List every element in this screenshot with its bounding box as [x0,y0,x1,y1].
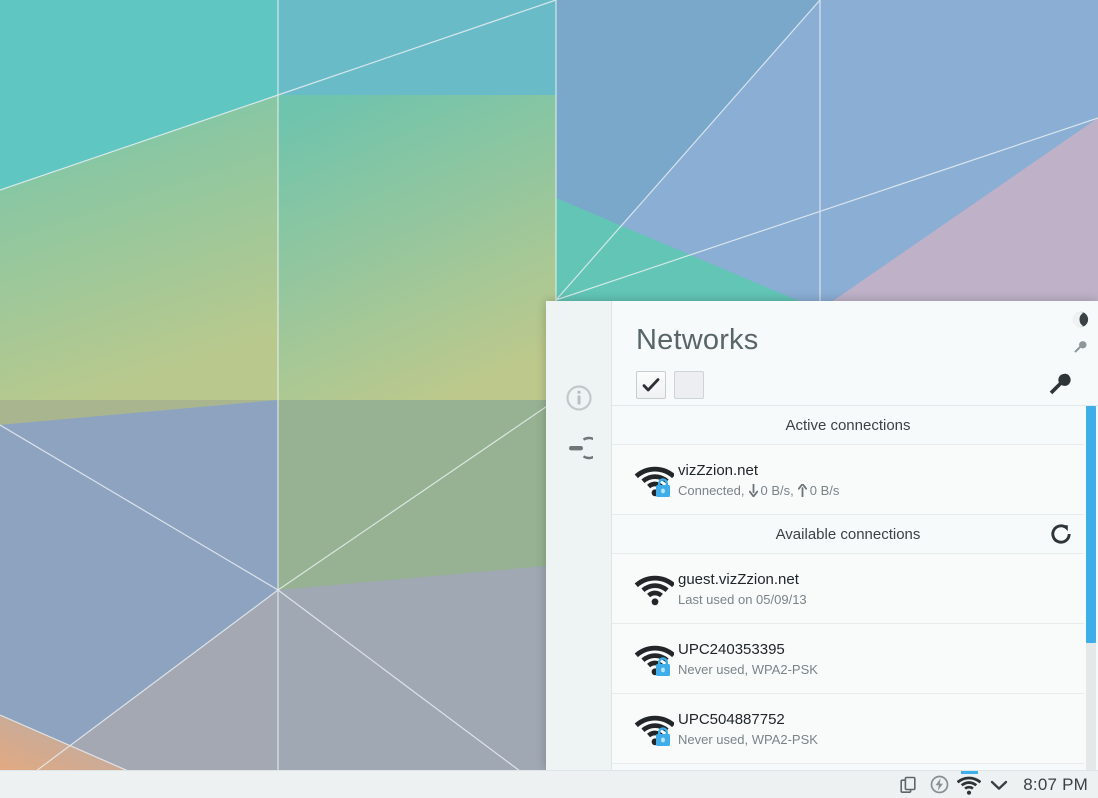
network-list-item[interactable]: vizZzion.net Connected, 0 B/s , 0 B/s [612,445,1084,515]
download-arrow-icon [748,483,758,497]
power-connect-icon[interactable] [564,433,594,463]
networks-list-container: Active connections vizZzion.net Connecte… [612,405,1098,770]
desktop-screen: Networks Active connections vizZzion.net… [0,0,1098,798]
network-list-item[interactable]: UPC504887752 Never used, WPA2-PSK [612,694,1084,764]
page-title: Networks [636,324,759,356]
section-header-available: Available connections [612,515,1084,554]
network-info: guest.vizZzion.net Last used on 05/09/13 [678,570,807,608]
download-rate: 0 B/s [760,482,791,498]
network-manager-popup: Networks Active connections vizZzion.net… [546,301,1098,770]
battery-icon[interactable] [924,772,954,798]
network-status-text: Connected, [678,482,745,498]
info-icon[interactable] [564,383,594,413]
network-status: Never used, WPA2-PSK [678,661,818,677]
network-info: vizZzion.net Connected, 0 B/s , 0 B/s [678,461,839,499]
rate-separator: , [790,482,794,498]
network-info: UPC504887752 Never used, WPA2-PSK [678,710,818,748]
system-taskbar: 8:07 PM [0,770,1098,798]
upload-rate: 0 B/s [809,482,840,498]
network-status: Never used, WPA2-PSK [678,731,818,747]
network-name: vizZzion.net [678,461,759,479]
popup-main: Networks Active connections vizZzion.net… [612,301,1098,770]
wifi-secure-icon [634,642,678,676]
enable-networking-toggle[interactable] [636,371,666,399]
network-status: Connected, 0 B/s , 0 B/s [678,482,839,499]
scrollbar-thumb[interactable] [1086,406,1096,643]
network-name: UPC504887752 [678,710,785,728]
wifi-open-icon [634,572,678,606]
network-name: UPC240353395 [678,640,785,658]
section-title: Active connections [785,416,911,434]
network-list-item[interactable]: guest.vizZzion.net Last used on 05/09/13 [612,554,1084,624]
upload-arrow-icon [797,483,807,497]
clipboard-icon[interactable] [894,772,924,798]
popup-toolbar [636,370,1074,400]
network-list-item[interactable]: UPC240353395 Never used, WPA2-PSK [612,624,1084,694]
network-info: UPC240353395 Never used, WPA2-PSK [678,640,818,678]
network-name: guest.vizZzion.net [678,570,799,588]
section-title: Available connections [775,525,921,543]
section-header-active: Active connections [612,406,1084,445]
popup-header: Networks [612,301,1098,400]
chevron-down-icon[interactable] [984,772,1014,798]
wifi-secure-icon [634,463,678,497]
clock[interactable]: 8:07 PM [1023,775,1090,795]
wifi-secure-icon [634,712,678,746]
wifi-icon[interactable] [954,770,984,798]
enable-wireless-toggle[interactable] [674,371,704,399]
configure-button[interactable] [1046,370,1074,398]
networks-list: Active connections vizZzion.net Connecte… [612,406,1084,770]
network-status: Last used on 05/09/13 [678,591,807,607]
list-scrollbar[interactable] [1086,406,1096,770]
popup-sidebar [546,301,612,770]
refresh-networks-button[interactable] [1048,521,1074,547]
